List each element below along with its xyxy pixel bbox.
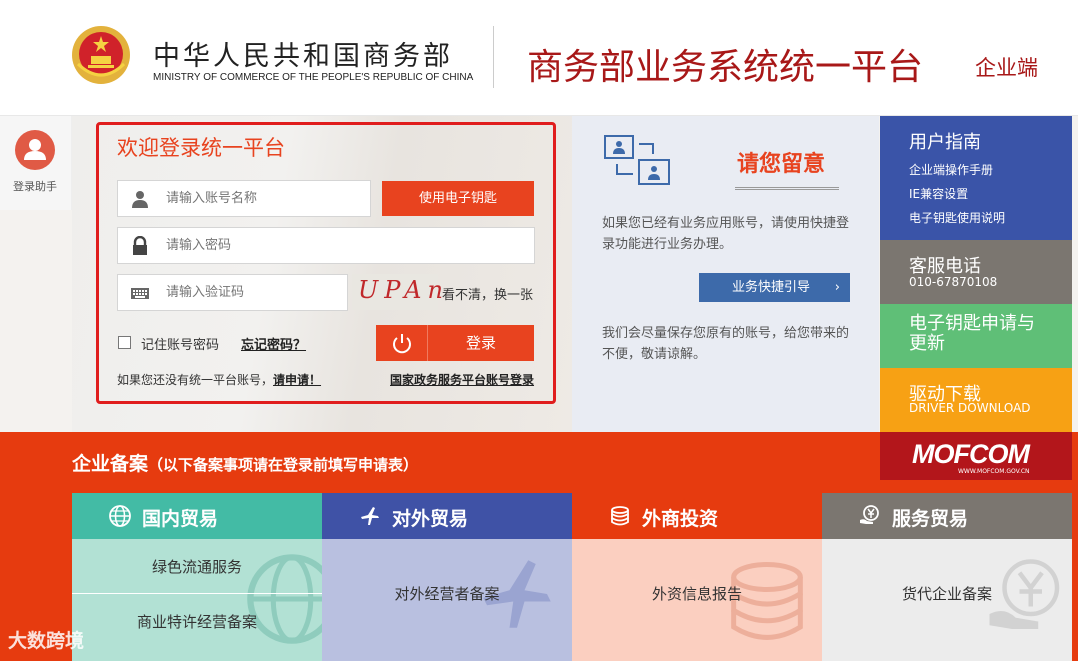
freight-forwarder-filing-link[interactable]: 货代企业备案 <box>822 583 1072 604</box>
guide-link-ie-settings[interactable]: IE兼容设置 <box>909 185 968 202</box>
org-name-en: MINISTRY OF COMMERCE OF THE PEOPLE'S REP… <box>153 72 474 83</box>
foreign-trade-header[interactable]: 对外贸易 <box>322 493 572 539</box>
hotline-number: 010-67870108 <box>909 275 998 289</box>
notice-title-underline <box>735 187 839 190</box>
login-title: 欢迎登录统一平台 <box>117 136 285 160</box>
domestic-trade-header[interactable]: 国内贸易 <box>72 493 322 539</box>
foreign-trade-label[interactable]: 对外贸易 <box>392 504 468 531</box>
domestic-trade-column: 国内贸易 绿色流通服务 商业特许经营备案 <box>72 493 322 661</box>
remember-checkbox[interactable] <box>118 336 131 349</box>
domestic-trade-label[interactable]: 国内贸易 <box>142 504 218 531</box>
org-name-cn: 中华人民共和国商务部 <box>153 41 453 72</box>
driver-download-panel[interactable]: 驱动下载 DRIVER DOWNLOAD <box>880 368 1072 432</box>
guide-link-key-manual[interactable]: 电子钥匙使用说明 <box>909 209 1005 226</box>
login-helper-label[interactable]: 登录助手 <box>0 178 70 194</box>
column-divider <box>72 593 322 594</box>
foreign-investment-report-link[interactable]: 外资信息报告 <box>572 583 822 604</box>
service-trade-column: 服务贸易 货代企业备案 <box>822 493 1072 661</box>
login-helper-button[interactable] <box>15 130 55 170</box>
page: 中华人民共和国商务部 MINISTRY OF COMMERCE OF THE P… <box>0 0 1078 661</box>
mofcom-url: WWW.MOFCOM.GOV.CN <box>958 468 1030 475</box>
guide-link-manual[interactable]: 企业端操作手册 <box>909 161 993 178</box>
key-application-title[interactable]: 电子钥匙申请与更新 <box>909 314 1049 354</box>
forgot-password-link[interactable]: 忘记密码？ <box>241 334 306 353</box>
notice-paragraph-1: 如果您已经有业务应用账号，请使用快捷登录功能进行业务办理。 <box>602 216 850 252</box>
refresh-captcha-link[interactable]: 看不清，换一张 <box>442 284 533 303</box>
national-platform-login-link[interactable]: 国家政务服务平台账号登录 <box>390 371 534 388</box>
filing-title-text: 企业备案 <box>72 453 149 475</box>
franchise-filing-link[interactable]: 商业特许经营备案 <box>72 611 322 632</box>
register-link[interactable]: 请申请！ <box>273 373 321 387</box>
keyboard-icon <box>131 288 149 299</box>
power-icon <box>376 325 428 361</box>
username-field[interactable] <box>117 180 371 217</box>
service-trade-body: 货代企业备案 <box>822 539 1072 661</box>
service-trade-label[interactable]: 服务贸易 <box>892 504 968 531</box>
header-divider <box>493 26 494 88</box>
login-button-label[interactable]: 登录 <box>428 325 534 361</box>
foreign-operator-filing-link[interactable]: 对外经营者备案 <box>322 583 572 604</box>
foreign-trade-column: 对外贸易 对外经营者备案 <box>322 493 572 661</box>
foreign-investment-column: 外商投资 外资信息报告 <box>572 493 822 661</box>
user-icon <box>24 139 46 160</box>
chevron-right-icon: › <box>834 280 840 295</box>
mofcom-logo[interactable]: MOFCOM <box>912 439 1030 470</box>
quick-guide-button[interactable]: 业务快捷引导 › <box>699 273 850 302</box>
password-field[interactable] <box>117 227 535 264</box>
foreign-investment-header[interactable]: 外商投资 <box>572 493 822 539</box>
service-trade-header[interactable]: 服务贸易 <box>822 493 1072 539</box>
system-title: 商务部业务系统统一平台 <box>527 47 924 88</box>
register-prefix: 如果您还没有统一平台账号， <box>117 373 274 387</box>
electronic-key-button[interactable]: 使用电子钥匙 <box>382 181 534 216</box>
filing-title: 企业备案（以下备案事项请在登录前填写申请表） <box>72 449 418 476</box>
password-input[interactable] <box>166 228 366 263</box>
header: 中华人民共和国商务部 MINISTRY OF COMMERCE OF THE P… <box>0 0 1078 116</box>
user-guide-panel: 用户指南 企业端操作手册 IE兼容设置 电子钥匙使用说明 <box>880 116 1072 240</box>
login-button[interactable]: 登录 <box>376 325 534 361</box>
coins-icon <box>611 506 629 526</box>
quick-guide-label[interactable]: 业务快捷引导 <box>732 280 810 295</box>
driver-download-subtitle[interactable]: DRIVER DOWNLOAD <box>909 401 1031 415</box>
plane-icon <box>361 507 379 525</box>
source-watermark: 大数跨境 <box>8 630 85 652</box>
notice-paragraph-2: 我们会尽量保存您原有的账号，给您带来的不便，敬请谅解。 <box>602 326 850 362</box>
yuan-hand-icon <box>860 505 879 524</box>
filing-note: （以下备案事项请在登录前填写申请表） <box>148 456 419 474</box>
foreign-investment-body: 外资信息报告 <box>572 539 822 661</box>
captcha-text[interactable]: UPAn <box>358 276 449 304</box>
national-emblem-icon <box>72 26 130 84</box>
domestic-trade-body: 绿色流通服务 商业特许经营备案 <box>72 539 322 661</box>
captcha-field[interactable] <box>117 274 366 311</box>
hotline-panel: 客服电话 010-67870108 <box>880 240 1072 304</box>
notice-title: 请您留意 <box>737 152 826 177</box>
user-monitors-icon <box>604 135 670 185</box>
person-icon <box>132 191 148 208</box>
username-input[interactable] <box>166 181 366 216</box>
register-text: 如果您还没有统一平台账号，请申请！ <box>117 371 321 388</box>
key-application-panel[interactable]: 电子钥匙申请与更新 <box>880 304 1072 368</box>
user-guide-title: 用户指南 <box>909 132 981 153</box>
green-circulation-link[interactable]: 绿色流通服务 <box>72 556 322 577</box>
foreign-investment-label[interactable]: 外商投资 <box>642 504 718 531</box>
lock-icon <box>133 236 147 255</box>
remember-label[interactable]: 记住账号密码 <box>141 334 219 353</box>
captcha-input[interactable] <box>166 275 366 310</box>
foreign-trade-body: 对外经营者备案 <box>322 539 572 661</box>
system-subtitle: 企业端 <box>975 56 1038 80</box>
globe-icon <box>109 505 131 527</box>
